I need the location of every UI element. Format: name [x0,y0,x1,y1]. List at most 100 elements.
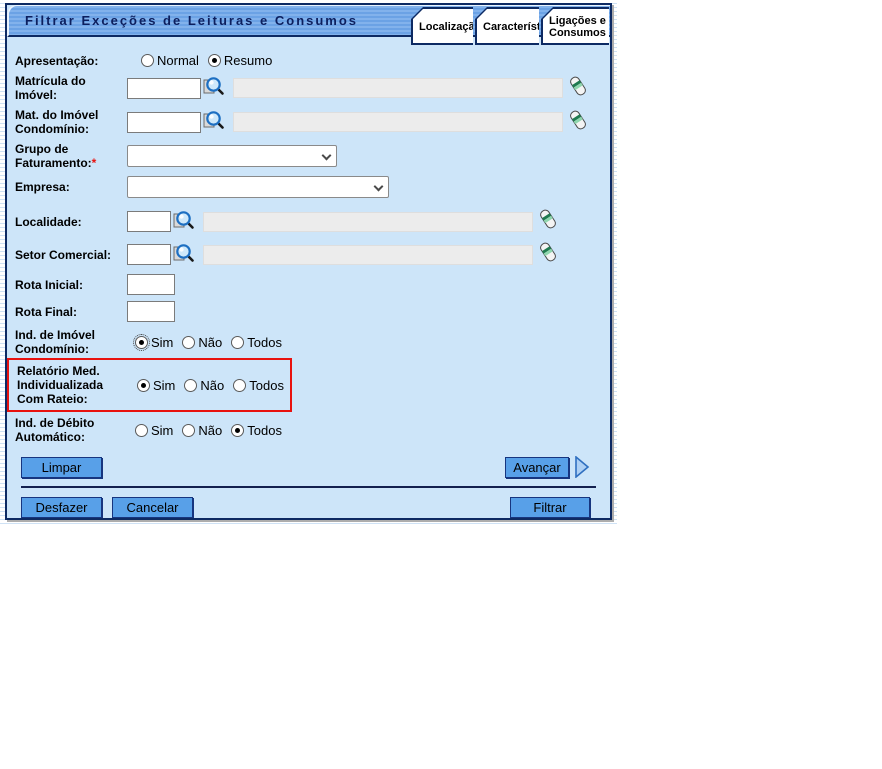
radio-circle[interactable] [231,424,244,437]
tab-caracteristica[interactable]: Característica [475,7,539,45]
ind-debito-label: Ind. de Débito Automático: [15,416,127,444]
form-content: Apresentação: Normal Resumo Matrícula do… [7,37,610,518]
search-icon[interactable] [203,109,225,135]
setor-comercial-label: Setor Comercial: [15,248,127,262]
radio-label: Não [198,423,222,438]
radio-label: Não [198,335,222,350]
radio-label: Sim [151,423,173,438]
localidade-label: Localidade: [15,215,127,229]
next-arrow-icon[interactable] [574,456,590,478]
row-apresentacao: Apresentação: Normal Resumo [15,53,602,68]
eraser-icon[interactable] [569,109,587,136]
tab-ligacoes-label: Ligações e Consumos [543,9,610,43]
row-mat-imovel-condominio: Mat. do Imóvel Condomínio: [15,108,602,136]
radio-circle[interactable] [137,379,150,392]
radio-circle[interactable] [208,54,221,67]
window-titlebar: Filtrar Exceções de Leituras e Consumos … [7,5,610,37]
radio-label: Todos [247,423,282,438]
empresa-select[interactable] [127,176,389,198]
radio-apresentacao-normal[interactable]: Normal [141,53,199,68]
rota-inicial-input[interactable] [127,274,175,295]
limpar-button[interactable]: Limpar [21,457,102,478]
grupo-faturamento-select[interactable] [127,145,337,167]
radio-debito-nao[interactable]: Não [182,423,222,438]
apresentacao-radio-group: Normal Resumo [141,53,281,68]
radio-ind-imovel-todos[interactable]: Todos [231,335,282,350]
ind-imovel-condominio-radio-group: Sim Não Todos [135,335,291,350]
rota-final-input[interactable] [127,301,175,322]
radio-label: Resumo [224,53,272,68]
radio-circle[interactable] [233,379,246,392]
row-relatorio-rateio: Relatório Med. Individualizada Com Ratei… [17,364,290,406]
matricula-input[interactable] [127,78,201,99]
mat-condominio-label: Mat. do Imóvel Condomínio: [15,108,127,136]
ind-imovel-condominio-label: Ind. de Imóvel Condomínio: [15,328,127,356]
radio-circle[interactable] [182,424,195,437]
required-asterisk: * [92,156,97,170]
eraser-icon[interactable] [539,208,557,235]
setor-comercial-description-field [203,245,533,265]
row-ind-imovel-condominio: Ind. de Imóvel Condomínio: Sim Não Todos [15,328,602,356]
radio-label: Sim [153,378,175,393]
radio-circle[interactable] [184,379,197,392]
empresa-select-wrap [127,176,389,198]
radio-circle[interactable] [182,336,195,349]
radio-label: Sim [151,335,173,350]
grupo-faturamento-label: Grupo de Faturamento:* [15,142,127,170]
radio-label: Todos [249,378,284,393]
radio-circle[interactable] [135,424,148,437]
search-icon[interactable] [173,209,195,235]
avancar-button[interactable]: Avançar [505,457,569,478]
radio-label: Não [200,378,224,393]
row-rota-final: Rota Final: [15,301,602,322]
mat-condominio-description-field [233,112,563,132]
empresa-label: Empresa: [15,180,127,194]
radio-relatorio-todos[interactable]: Todos [233,378,284,393]
rota-final-label: Rota Final: [15,305,127,319]
grupo-faturamento-select-wrap [127,145,337,167]
row-localidade: Localidade: [15,208,602,235]
row-grupo-faturamento: Grupo de Faturamento:* [15,142,602,170]
row-setor-comercial: Setor Comercial: [15,241,602,268]
row-empresa: Empresa: [15,176,602,198]
radio-label: Normal [157,53,199,68]
search-icon[interactable] [173,242,195,268]
radio-circle[interactable] [141,54,154,67]
radio-ind-imovel-nao[interactable]: Não [182,335,222,350]
radio-circle[interactable] [231,336,244,349]
ind-debito-radio-group: Sim Não Todos [135,423,291,438]
radio-relatorio-sim[interactable]: Sim [137,378,175,393]
eraser-icon[interactable] [569,75,587,102]
button-separator [21,486,596,488]
radio-debito-sim[interactable]: Sim [135,423,173,438]
search-icon[interactable] [203,75,225,101]
radio-circle[interactable] [135,336,148,349]
filtrar-button[interactable]: Filtrar [510,497,590,518]
desfazer-button[interactable]: Desfazer [21,497,102,518]
localidade-description-field [203,212,533,232]
tab-bar: Localização Característica Ligações e Co… [411,7,609,45]
row-rota-inicial: Rota Inicial: [15,274,602,295]
actions-row-2: Desfazer Cancelar Filtrar [21,497,590,518]
radio-ind-imovel-sim[interactable]: Sim [135,335,173,350]
rota-inicial-label: Rota Inicial: [15,278,127,292]
tab-ligacoes-e-consumos[interactable]: Ligações e Consumos [541,7,609,45]
radio-relatorio-nao[interactable]: Não [184,378,224,393]
radio-debito-todos[interactable]: Todos [231,423,282,438]
mat-condominio-input[interactable] [127,112,201,133]
filter-window: Filtrar Exceções de Leituras e Consumos … [5,3,612,520]
tab-localizacao[interactable]: Localização [411,7,473,45]
radio-apresentacao-resumo[interactable]: Resumo [208,53,272,68]
row-ind-debito-automatico: Ind. de Débito Automático: Sim Não Todos [15,416,602,444]
eraser-icon[interactable] [539,241,557,268]
cancelar-button[interactable]: Cancelar [112,497,193,518]
localidade-input[interactable] [127,211,171,232]
actions-row-1: Limpar Avançar [21,456,590,478]
tab-localizacao-label: Localização [413,9,485,43]
apresentacao-label: Apresentação: [15,54,127,68]
page: Filtrar Exceções de Leituras e Consumos … [0,0,882,769]
matricula-label: Matrícula do Imóvel: [15,74,127,102]
highlight-red-box: Relatório Med. Individualizada Com Ratei… [7,358,292,412]
setor-comercial-input[interactable] [127,244,171,265]
radio-label: Todos [247,335,282,350]
